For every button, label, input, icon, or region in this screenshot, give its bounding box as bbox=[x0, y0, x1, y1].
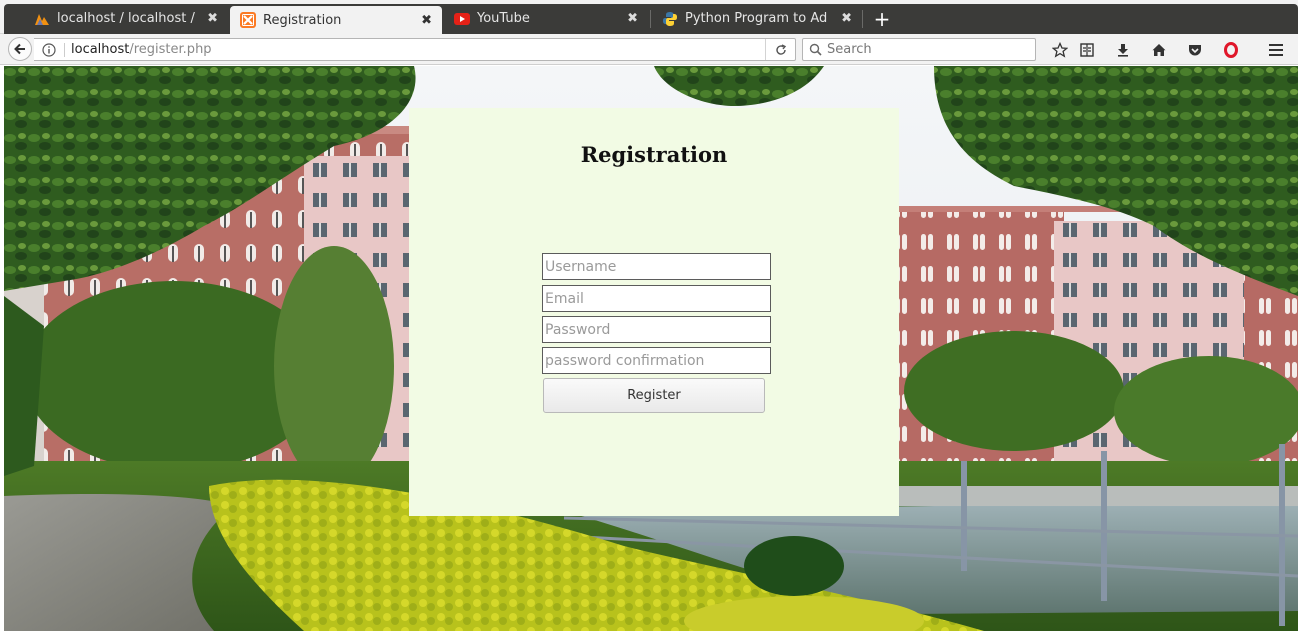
close-tab-icon[interactable]: ✖ bbox=[421, 13, 432, 28]
close-tab-icon[interactable]: ✖ bbox=[207, 11, 218, 26]
password-confirmation-field[interactable] bbox=[542, 347, 771, 374]
youtube-icon bbox=[454, 11, 470, 27]
tab-separator bbox=[650, 10, 651, 28]
url-separator bbox=[64, 42, 65, 57]
tab-title: Python Program to Ad bbox=[685, 11, 828, 26]
tab-python[interactable]: Python Program to Ad ✖ bbox=[652, 4, 862, 33]
plus-icon: + bbox=[873, 6, 891, 31]
back-arrow-icon bbox=[14, 43, 25, 55]
download-icon[interactable] bbox=[1112, 39, 1134, 61]
reload-icon[interactable] bbox=[765, 39, 795, 60]
reading-list-icon[interactable] bbox=[1076, 39, 1098, 61]
close-tab-icon[interactable]: ✖ bbox=[841, 11, 852, 26]
python-icon bbox=[662, 11, 678, 27]
register-button[interactable]: Register bbox=[543, 378, 765, 413]
close-tab-icon[interactable]: ✖ bbox=[627, 11, 638, 26]
search-icon bbox=[809, 43, 822, 56]
pocket-icon[interactable] bbox=[1184, 39, 1206, 61]
page-viewport: Registration Register bbox=[4, 66, 1298, 631]
menu-icon[interactable] bbox=[1265, 39, 1287, 61]
home-icon[interactable] bbox=[1148, 39, 1170, 61]
tab-strip: localhost / localhost / ✖ Registration ✖… bbox=[0, 0, 1298, 34]
url-path: /register.php bbox=[129, 42, 212, 57]
username-field[interactable] bbox=[542, 253, 771, 280]
tab-title: Registration bbox=[263, 12, 342, 28]
search-bar[interactable] bbox=[802, 38, 1036, 61]
email-field[interactable] bbox=[542, 285, 771, 312]
tab-phpmyadmin[interactable]: localhost / localhost / ✖ bbox=[24, 4, 228, 33]
bookmark-star-icon[interactable] bbox=[1049, 39, 1071, 61]
page-title: Registration bbox=[580, 142, 728, 167]
tab-registration[interactable]: Registration ✖ bbox=[230, 6, 442, 34]
opera-icon[interactable] bbox=[1220, 39, 1242, 61]
tab-youtube[interactable]: YouTube ✖ bbox=[444, 4, 648, 33]
tab-bar: localhost / localhost / ✖ Registration ✖… bbox=[4, 4, 1298, 34]
xampp-icon bbox=[240, 12, 256, 28]
url-bar[interactable]: localhost/register.php bbox=[34, 38, 796, 61]
search-input[interactable] bbox=[827, 42, 1027, 57]
info-icon[interactable] bbox=[40, 41, 58, 59]
tab-title: YouTube bbox=[477, 11, 530, 26]
tab-title: localhost / localhost / bbox=[57, 11, 195, 26]
url-host: localhost bbox=[71, 42, 130, 57]
nav-bar: localhost/register.php bbox=[0, 34, 1298, 65]
tab-separator bbox=[862, 10, 863, 28]
phpmyadmin-icon bbox=[34, 11, 50, 27]
back-button[interactable] bbox=[8, 37, 32, 61]
new-tab-button[interactable]: + bbox=[868, 4, 896, 33]
password-field[interactable] bbox=[542, 316, 771, 343]
registration-panel: Registration Register bbox=[409, 108, 899, 516]
